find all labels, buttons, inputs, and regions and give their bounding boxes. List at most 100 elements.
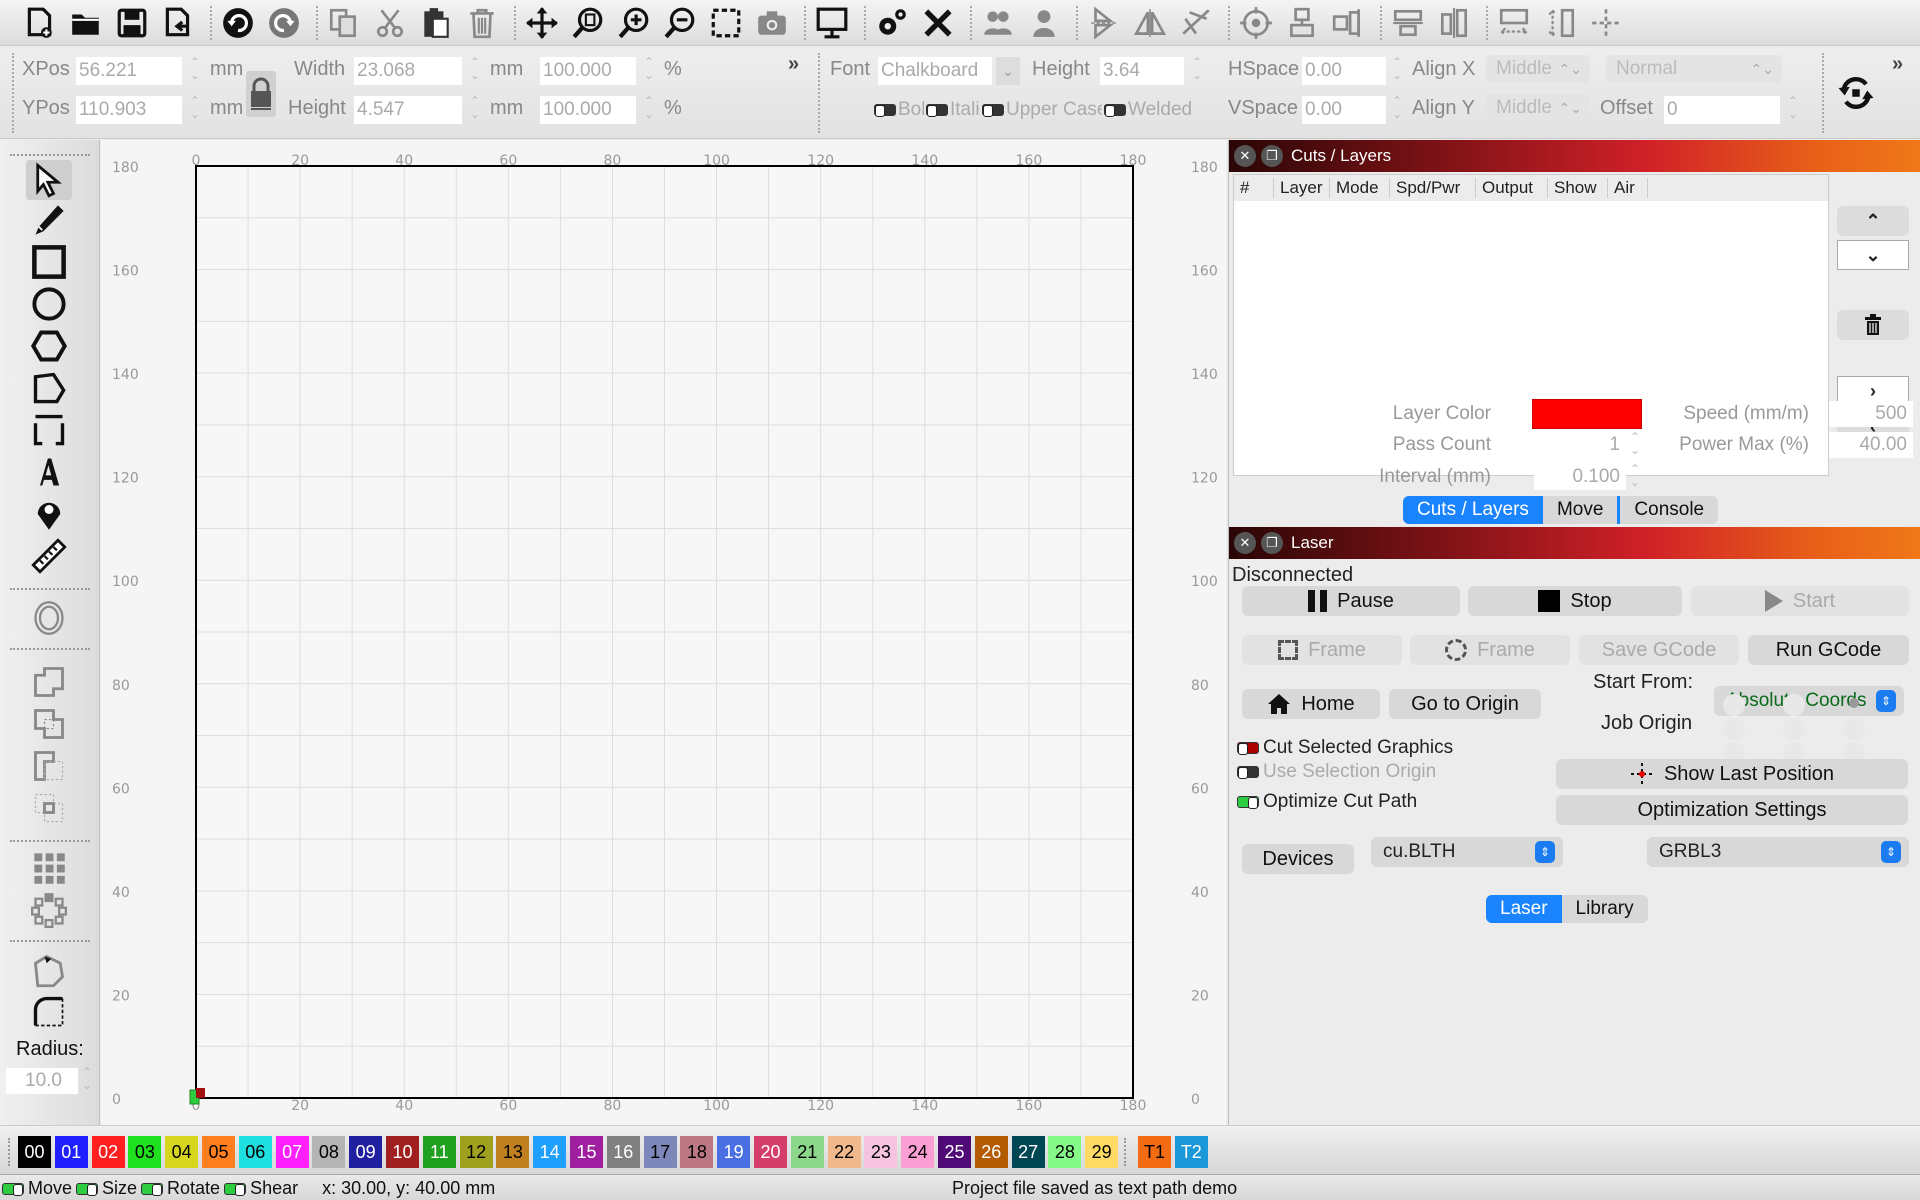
new-file-icon[interactable] xyxy=(20,3,60,43)
edit-nodes-tool[interactable] xyxy=(26,368,72,408)
job-origin-option[interactable] xyxy=(1723,718,1745,740)
speed-stepper[interactable]: ⌃⌄ xyxy=(1915,400,1920,430)
offset-input[interactable]: 0 xyxy=(1664,96,1780,124)
palette-swatch-11[interactable]: 11 xyxy=(422,1136,456,1168)
weld-tool[interactable] xyxy=(26,662,72,702)
bold-toggle[interactable] xyxy=(874,104,896,117)
palette-swatch-14[interactable]: 14 xyxy=(533,1136,567,1168)
tab-laser[interactable]: Laser xyxy=(1486,895,1562,923)
text-height-input[interactable]: 3.64 xyxy=(1100,57,1184,85)
ungroup-icon[interactable] xyxy=(1024,3,1064,43)
align-y-dropdown[interactable]: Middle ⌃⌄ xyxy=(1486,94,1590,122)
palette-swatch-18[interactable]: 18 xyxy=(680,1136,714,1168)
scale-height-stepper[interactable]: ⌃ ⌄ xyxy=(642,95,656,125)
palette-swatch-01[interactable]: 01 xyxy=(54,1136,88,1168)
target-icon[interactable] xyxy=(1236,3,1276,43)
go-to-origin-button[interactable]: Go to Origin xyxy=(1389,689,1541,719)
cut-icon[interactable] xyxy=(370,3,410,43)
palette-swatch-25[interactable]: 25 xyxy=(938,1136,971,1168)
palette-swatch-06[interactable]: 06 xyxy=(238,1136,272,1168)
cut-selected-row[interactable]: Cut Selected Graphics xyxy=(1237,737,1453,759)
palette-swatch-23[interactable]: 23 xyxy=(864,1136,898,1168)
scale-height-input[interactable]: 100.000 xyxy=(540,96,636,124)
save-gcode-button[interactable]: Save GCode xyxy=(1579,635,1739,665)
home-button[interactable]: Home xyxy=(1242,689,1380,719)
text-tool[interactable] xyxy=(26,452,72,492)
upper-case-toggle[interactable] xyxy=(982,104,1004,117)
frame-circle-button[interactable]: Frame xyxy=(1410,635,1570,665)
offset-shapes-tool[interactable] xyxy=(26,598,72,638)
grip-handle[interactable] xyxy=(8,1138,10,1166)
flip-horizontal-icon[interactable] xyxy=(1130,3,1170,43)
camera-icon[interactable] xyxy=(752,3,792,43)
height-stepper[interactable]: ⌃ ⌄ xyxy=(468,95,482,125)
move-layer-up-button[interactable]: ⌃ xyxy=(1837,206,1909,236)
grip-handle[interactable] xyxy=(10,840,90,842)
palette-swatch-22[interactable]: 22 xyxy=(827,1136,861,1168)
column-header[interactable]: Spd/Pwr xyxy=(1390,178,1476,198)
mirror-icon[interactable] xyxy=(1176,3,1216,43)
palette-swatch-03[interactable]: 03 xyxy=(128,1136,162,1168)
grip-handle[interactable] xyxy=(1822,53,1824,133)
trash-icon[interactable] xyxy=(462,3,502,43)
refresh-button[interactable] xyxy=(1836,73,1876,113)
palette-swatch-T1[interactable]: T1 xyxy=(1138,1136,1171,1168)
palette-swatch-15[interactable]: 15 xyxy=(570,1136,603,1168)
boolean-subtract-tool[interactable] xyxy=(26,746,72,786)
welded-toggle[interactable] xyxy=(1104,104,1126,117)
frame-selection-icon[interactable] xyxy=(706,3,746,43)
palette-swatch-16[interactable]: 16 xyxy=(606,1136,640,1168)
crosshair-icon[interactable] xyxy=(1586,3,1626,43)
pause-button[interactable]: Pause xyxy=(1242,586,1460,616)
tab-cuts-layers[interactable]: Cuts / Layers xyxy=(1403,496,1543,524)
job-origin-option[interactable] xyxy=(1849,698,1859,708)
tab-console[interactable]: Console xyxy=(1620,496,1718,524)
corner-radius-tool[interactable] xyxy=(26,992,72,1032)
palette-swatch-05[interactable]: 05 xyxy=(202,1136,235,1168)
text-height-stepper[interactable]: ⌃ ⌄ xyxy=(1190,56,1204,86)
grip-handle[interactable] xyxy=(10,940,90,942)
layers-table[interactable]: # Layer Mode Spd/Pwr Output Show Air xyxy=(1233,174,1829,476)
palette-swatch-20[interactable]: 20 xyxy=(754,1136,787,1168)
float-panel-icon[interactable]: ❐ xyxy=(1261,532,1283,554)
tab-library[interactable]: Library xyxy=(1562,895,1648,923)
palette-swatch-T2[interactable]: T2 xyxy=(1174,1136,1208,1168)
palette-swatch-00[interactable]: 00 xyxy=(18,1136,51,1168)
grip-handle[interactable] xyxy=(10,154,90,156)
rotate-toggle[interactable] xyxy=(141,1182,164,1196)
move-toggle[interactable] xyxy=(2,1182,24,1196)
palette-swatch-09[interactable]: 09 xyxy=(349,1136,383,1168)
column-header[interactable]: Layer xyxy=(1274,178,1330,198)
close-icon[interactable]: ✕ xyxy=(1234,532,1256,554)
palette-swatch-19[interactable]: 19 xyxy=(717,1136,751,1168)
shear-toggle[interactable] xyxy=(224,1182,247,1196)
expand-properties-button[interactable]: » xyxy=(788,53,799,76)
zoom-out-icon[interactable] xyxy=(660,3,700,43)
interval-stepper[interactable]: ⌃ ⌄ xyxy=(1628,463,1642,493)
controller-dropdown[interactable]: GRBL3 ⇕ xyxy=(1647,837,1909,867)
column-header[interactable]: Air xyxy=(1608,178,1648,198)
palette-swatch-28[interactable]: 28 xyxy=(1048,1136,1082,1168)
close-icon[interactable]: ✕ xyxy=(1234,145,1256,167)
palette-swatch-24[interactable]: 24 xyxy=(901,1136,935,1168)
xpos-input[interactable]: 56.221 xyxy=(76,57,182,85)
rectangle-tool[interactable] xyxy=(26,242,72,282)
monitor-icon[interactable] xyxy=(812,3,852,43)
grip-handle[interactable] xyxy=(818,53,820,133)
zoom-page-icon[interactable] xyxy=(568,3,608,43)
power-max-stepper[interactable]: ⌃⌄ xyxy=(1915,431,1920,461)
delete-layer-button[interactable] xyxy=(1837,310,1909,340)
job-origin-option[interactable] xyxy=(1843,718,1865,740)
radius-input[interactable]: 10.0 xyxy=(6,1068,78,1094)
xpos-stepper[interactable]: ⌃ ⌄ xyxy=(188,56,202,86)
boolean-union-tool[interactable] xyxy=(26,704,72,744)
palette-swatch-27[interactable]: 27 xyxy=(1011,1136,1045,1168)
lock-aspect-button[interactable] xyxy=(246,71,276,117)
size-toggle[interactable] xyxy=(76,1182,99,1196)
grid-array-tool[interactable] xyxy=(26,848,72,888)
align-x-dropdown[interactable]: Middle ⌃⌄ xyxy=(1486,55,1590,83)
palette-swatch-26[interactable]: 26 xyxy=(974,1136,1008,1168)
run-gcode-button[interactable]: Run GCode xyxy=(1748,635,1909,665)
speed-input[interactable]: 500 xyxy=(1829,401,1913,427)
job-origin-option[interactable] xyxy=(1783,718,1805,740)
